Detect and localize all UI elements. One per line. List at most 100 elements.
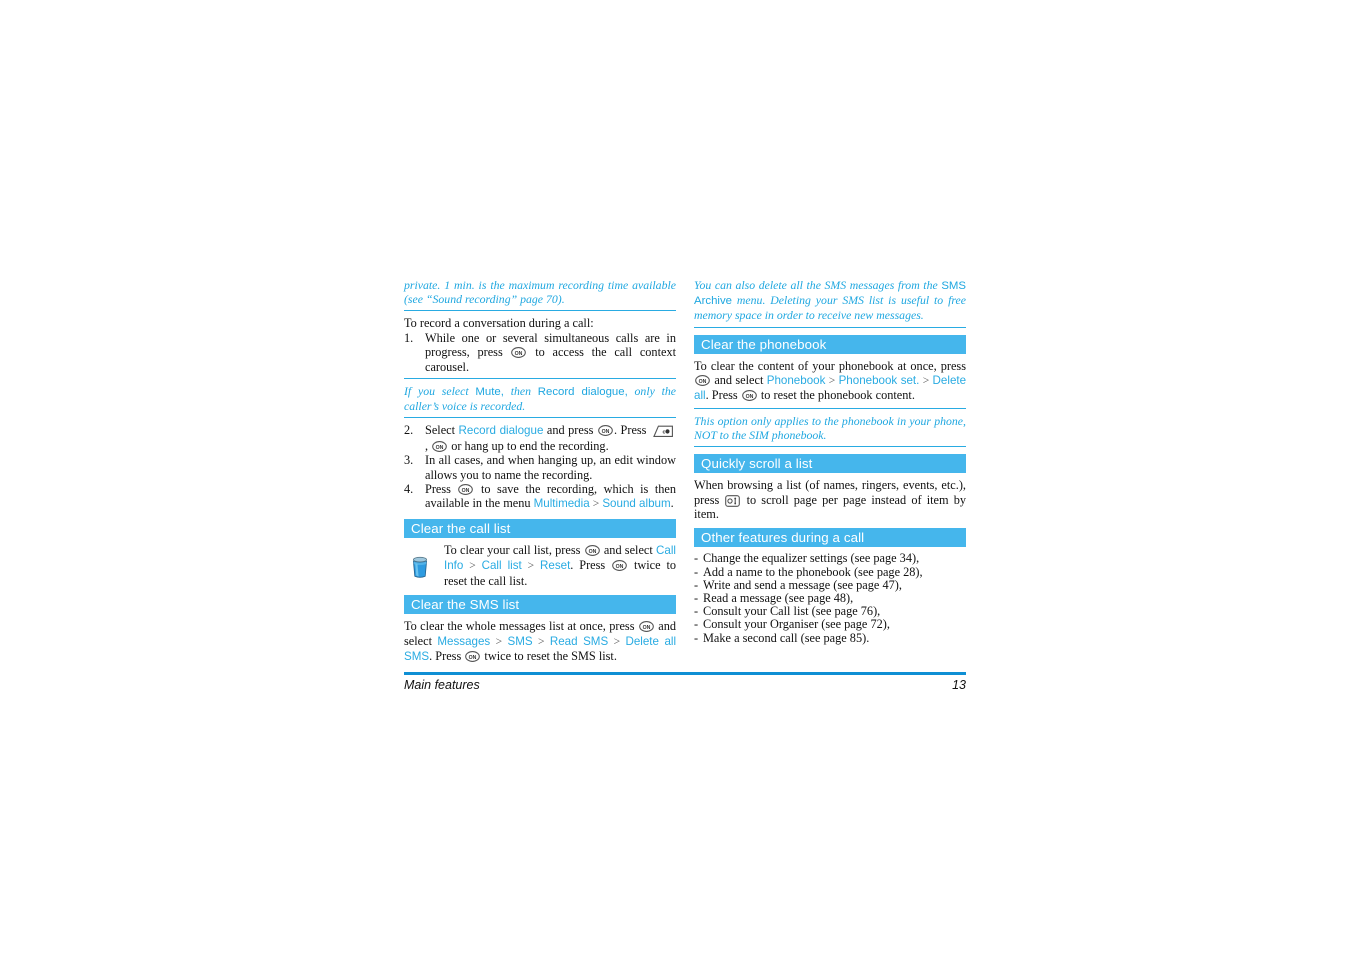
step-comma: ,: [425, 438, 429, 453]
svg-text:ON: ON: [602, 429, 610, 435]
nav-key-icon: [725, 494, 741, 507]
divider-rule: [404, 310, 676, 312]
ok-key-icon: ON: [695, 375, 710, 386]
text-end: twice to reset the SMS list.: [484, 648, 617, 663]
menu-path-separator: >: [495, 635, 503, 648]
menu-path-separator: >: [537, 635, 545, 648]
menu-link-sound-album[interactable]: Sound album: [602, 497, 670, 510]
list-item: - Make a second call (see page 85).: [694, 630, 966, 645]
note-part-4: Record dialogue,: [537, 386, 628, 399]
list-item-label: Make a second call (see page 85).: [703, 630, 870, 645]
ok-key-icon: ON: [612, 560, 627, 572]
ok-key-icon: ON: [432, 440, 448, 452]
note-mute-record: If you select Mute, then Record dialogue…: [404, 384, 676, 413]
quickly-scroll-text: When browsing a list (of names, ringers,…: [694, 478, 966, 521]
text-mid: and select: [714, 373, 764, 388]
ok-key-icon: ON: [465, 650, 481, 662]
svg-text:ON: ON: [616, 564, 624, 570]
note-recording-time: private. 1 min. is the maximum recording…: [404, 278, 676, 307]
step-text-before: Press: [425, 482, 451, 497]
intro-paragraph: To record a conversation during a call:: [404, 316, 594, 331]
right-column: You can also delete all the SMS messages…: [694, 278, 966, 645]
list-item-label: Write and send a message (see page 47),: [703, 577, 902, 592]
section-heading-clear-call-list: Clear the call list: [404, 518, 676, 538]
note-part-1: You can also delete all the SMS messages…: [694, 278, 938, 292]
step-text-end: .: [670, 496, 674, 511]
hangup-key-icon: c: [651, 424, 675, 438]
ok-key-icon: ON: [741, 390, 757, 402]
menu-link-multimedia[interactable]: Multimedia: [534, 497, 590, 510]
note-part-1: If you select: [404, 384, 469, 399]
svg-text:ON: ON: [462, 488, 470, 494]
menu-path-separator: >: [828, 375, 836, 388]
list-item: 1. While one or several simultaneous cal…: [404, 331, 676, 374]
menu-link-phonebook-set[interactable]: Phonebook set.: [839, 374, 920, 387]
list-item-label: Consult your Organiser (see page 72),: [703, 617, 890, 632]
text-after-links: . Press: [429, 648, 462, 663]
clear-phonebook-text: To clear the content of your phonebook a…: [694, 359, 966, 404]
list-item: 2. Select Record dialogue and press ON .…: [404, 423, 676, 453]
footer-content: Main features 13: [404, 675, 966, 692]
page-footer: Main features 13: [404, 672, 966, 692]
svg-text:ON: ON: [588, 549, 596, 555]
menu-link-read-sms[interactable]: Read SMS: [550, 635, 608, 648]
section-heading-clear-sms-list: Clear the SMS list: [404, 595, 676, 615]
divider-rule: [404, 378, 676, 380]
menu-path-separator: >: [922, 375, 930, 388]
svg-text:ON: ON: [515, 351, 523, 357]
footer-page-number: 13: [952, 678, 966, 692]
text-before: To clear the content of your phonebook a…: [694, 358, 966, 373]
clear-call-list-block: To clear your call list, press ON and se…: [404, 543, 676, 588]
dash-bullet: -: [694, 564, 699, 579]
text-after-links: . Press: [570, 558, 606, 573]
list-item-label: Add a name to the phonebook (see page 28…: [703, 564, 923, 579]
list-item: 3. In all cases, and when hanging up, an…: [404, 453, 676, 482]
two-column-layout: private. 1 min. is the maximum recording…: [404, 278, 966, 664]
section-heading-other-features: Other features during a call: [694, 528, 966, 548]
step-text-mid: and press: [546, 423, 594, 438]
divider-rule: [404, 417, 676, 419]
list-item: 4. Press ON to save the recording, which…: [404, 482, 676, 512]
text-before: To clear the whole messages list at once…: [404, 619, 635, 634]
menu-link-record-dialogue[interactable]: Record dialogue: [459, 424, 544, 437]
note-part-3: menu. Deleting your SMS list is useful t…: [694, 293, 967, 323]
step-text-before: Select: [425, 423, 456, 438]
text-before: To clear your call list, press: [444, 542, 581, 557]
menu-link-call-list[interactable]: Call list: [482, 559, 522, 572]
svg-text:ON: ON: [436, 445, 444, 451]
text-mid: and select: [603, 542, 653, 557]
dash-bullet: -: [694, 551, 699, 566]
section-heading-clear-phonebook: Clear the phonebook: [694, 334, 966, 354]
step-number: 3.: [404, 453, 414, 468]
ok-key-icon: ON: [458, 484, 474, 496]
other-features-list: - Change the equalizer settings (see page…: [694, 551, 966, 645]
menu-link-messages[interactable]: Messages: [437, 635, 490, 648]
menu-link-phonebook[interactable]: Phonebook: [767, 374, 826, 387]
divider-rule: [694, 446, 966, 448]
left-column: private. 1 min. is the maximum recording…: [404, 278, 676, 664]
menu-link-reset[interactable]: Reset: [540, 559, 570, 572]
step-text: In all cases, and when hanging up, an ed…: [425, 453, 676, 482]
ok-key-icon: ON: [584, 544, 600, 556]
step-text-after-icon: . Press: [613, 423, 647, 438]
list-item-label: Read a message (see page 48),: [703, 591, 854, 606]
menu-path-separator: >: [592, 498, 600, 511]
text-end: to reset the phonebook content.: [760, 388, 915, 403]
dash-bullet: -: [694, 630, 699, 645]
divider-rule: [694, 326, 966, 328]
dash-bullet: -: [694, 617, 699, 632]
ok-key-icon: ON: [598, 425, 613, 437]
step-number: 2.: [404, 423, 414, 438]
step-text-after: or hang up to end the recording.: [451, 438, 609, 453]
menu-link-sms[interactable]: SMS: [507, 635, 532, 648]
clear-sms-list-text: To clear the whole messages list at once…: [404, 619, 676, 664]
list-item-label: Consult your Call list (see page 76),: [703, 604, 881, 619]
svg-text:ON: ON: [642, 625, 650, 631]
svg-text:ON: ON: [699, 379, 707, 385]
ok-key-icon: ON: [639, 621, 654, 633]
note-sms-archive: You can also delete all the SMS messages…: [694, 278, 966, 323]
note-part-2: Mute,: [475, 386, 504, 399]
section-heading-quickly-scroll-a-list: Quickly scroll a list: [694, 454, 966, 474]
document-page: private. 1 min. is the maximum recording…: [404, 278, 966, 698]
menu-path-separator: >: [613, 635, 621, 648]
